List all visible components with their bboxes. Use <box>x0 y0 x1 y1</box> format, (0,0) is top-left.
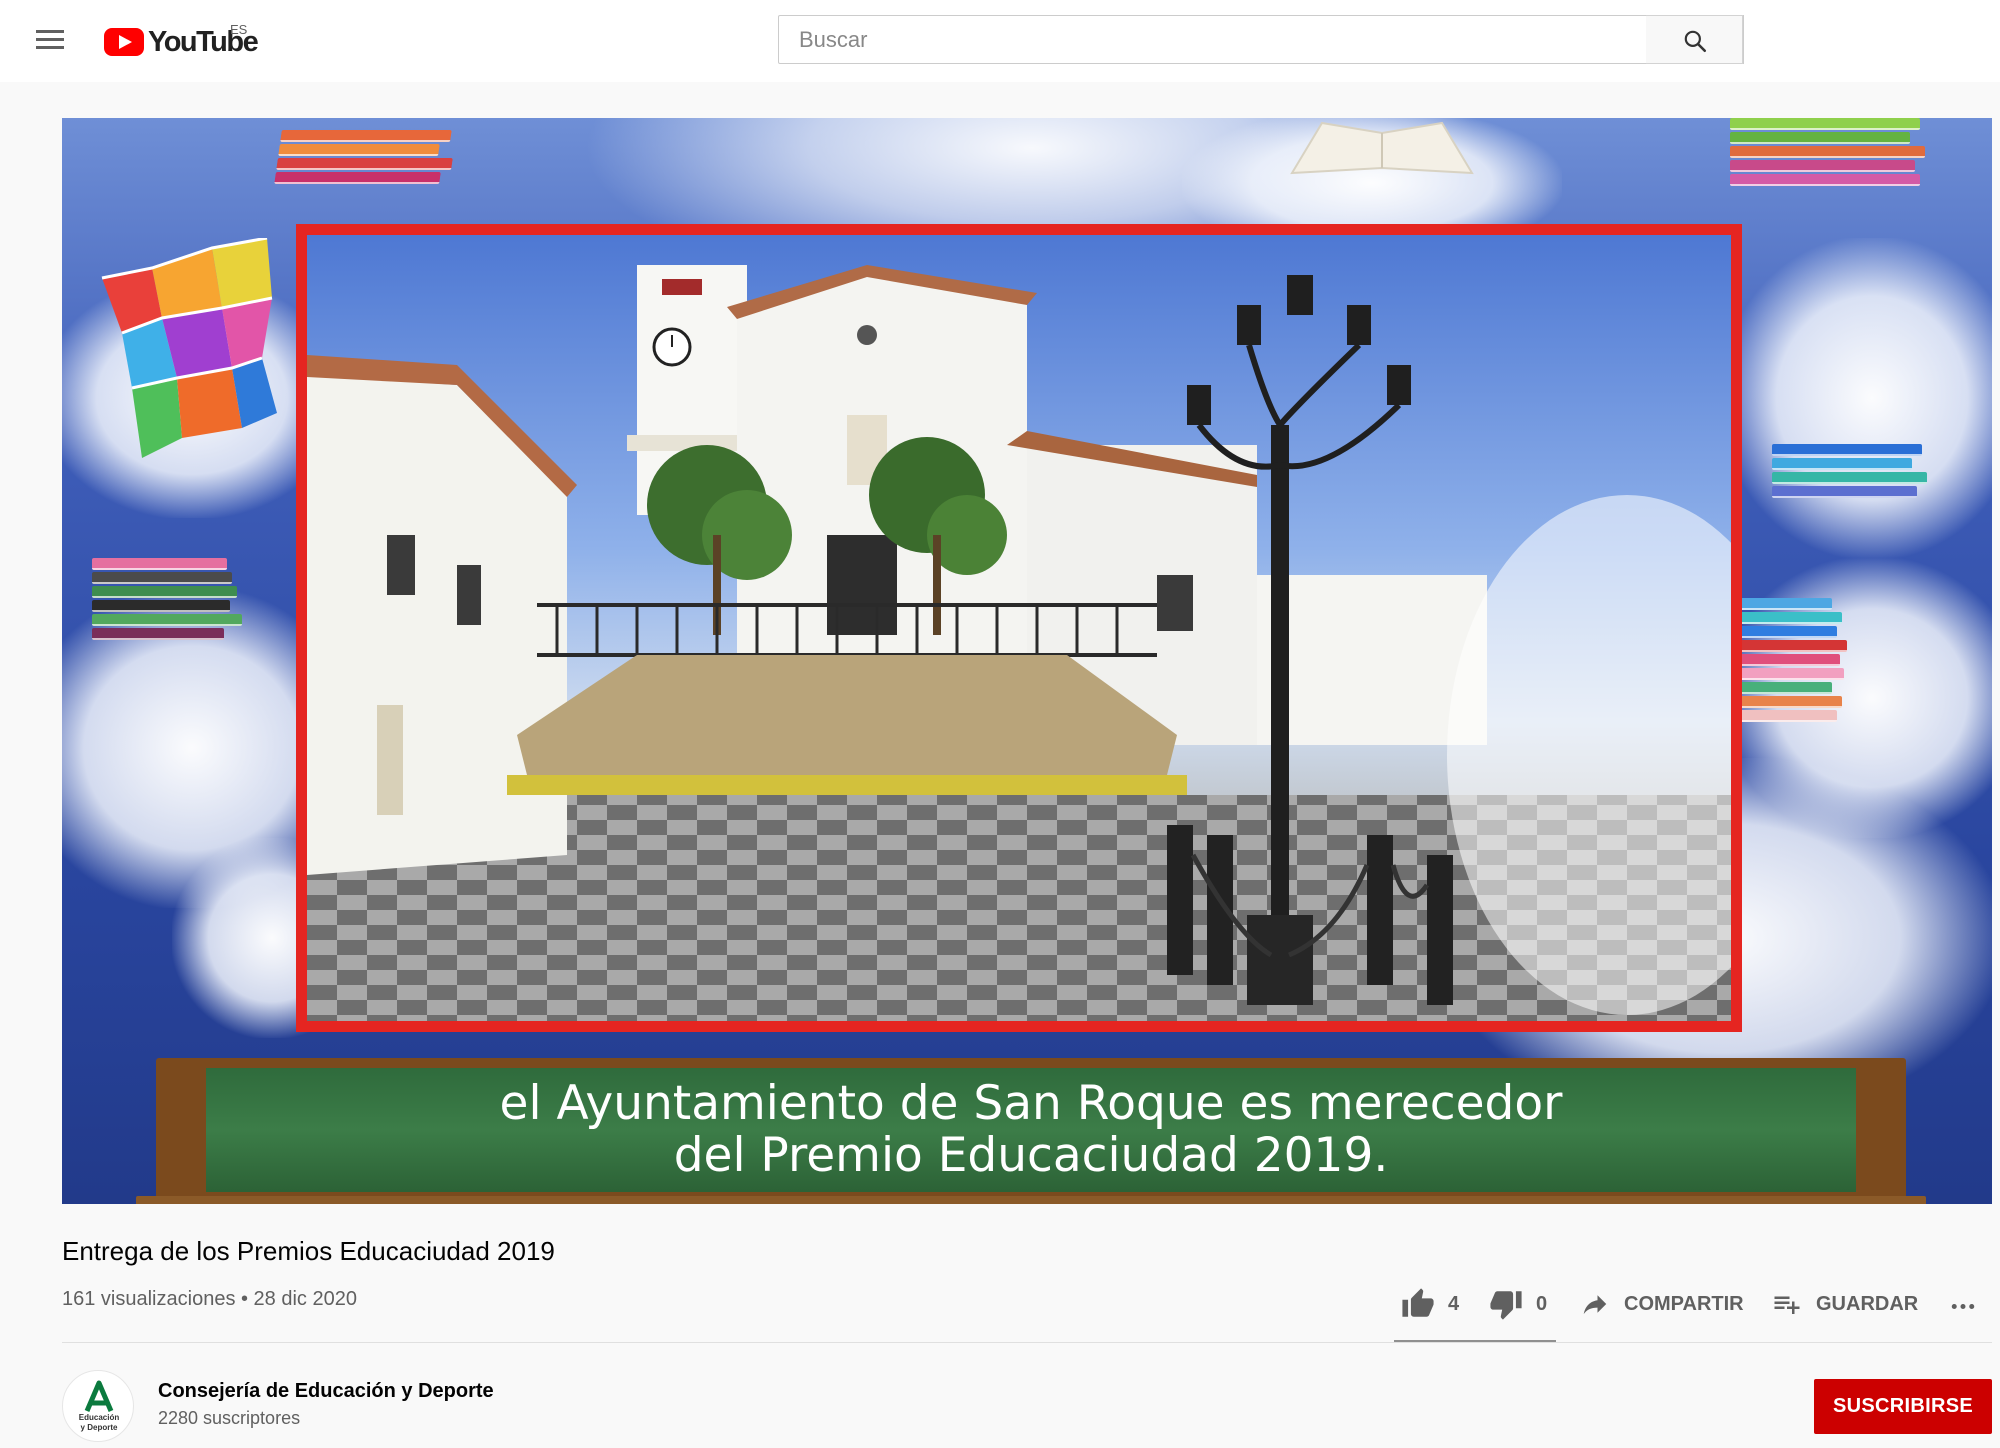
country-code: ES <box>230 22 248 37</box>
open-book-icon <box>1290 121 1474 175</box>
junta-andalucia-logo-icon <box>84 1380 114 1412</box>
masthead: YouTube ES <box>0 0 2000 82</box>
avatar-text-line2: y Deporte <box>80 1423 118 1432</box>
avatar-text-line1: Educación <box>78 1413 120 1422</box>
search-input[interactable] <box>779 16 1743 63</box>
divider <box>62 1342 1992 1343</box>
share-icon <box>1583 1295 1607 1314</box>
channel-name[interactable]: Consejería de Educación y Deporte <box>158 1380 494 1403</box>
save-label: GUARDAR <box>1816 1292 1919 1315</box>
youtube-logo-icon <box>104 28 144 56</box>
video-player[interactable]: el Ayuntamiento de San Roque es merecedo… <box>62 118 1992 1204</box>
caption-line-1: el Ayuntamiento de San Roque es merecedo… <box>499 1076 1563 1131</box>
subscribe-button[interactable]: SUSCRIBIRSE <box>1814 1379 1992 1434</box>
chalk-tray <box>136 1196 1926 1204</box>
save-button[interactable]: GUARDAR <box>1770 1282 1918 1326</box>
more-icon <box>1951 1304 1975 1309</box>
video-meta: 161 visualizaciones • 28 dic 2020 <box>62 1288 357 1310</box>
caption-line-2: del Premio Educaciudad 2019. <box>673 1128 1389 1183</box>
book-stack-right <box>1772 444 1932 498</box>
book-stack-top-left <box>274 130 462 184</box>
cloud <box>1722 238 1992 558</box>
church-plaza-illustration <box>307 265 1731 1021</box>
dislike-button[interactable]: 0 <box>1488 1282 1547 1326</box>
more-actions-button[interactable] <box>1946 1282 1980 1326</box>
video-title: Entrega de los Premios Educaciudad 2019 <box>62 1236 555 1266</box>
framed-photo <box>296 224 1742 1032</box>
like-count: 4 <box>1448 1292 1460 1315</box>
book-stack-top-right <box>1730 118 1930 186</box>
search-icon <box>1684 30 1707 53</box>
search-button[interactable] <box>1646 15 1743 64</box>
thumb-down-icon <box>1490 1291 1522 1320</box>
search-box <box>778 15 1744 64</box>
menu-icon[interactable] <box>34 26 66 54</box>
playlist-add-icon <box>1774 1296 1800 1314</box>
share-button[interactable]: COMPARTIR <box>1578 1282 1744 1326</box>
like-button[interactable]: 4 <box>1400 1282 1459 1326</box>
channel-avatar[interactable]: Educación y Deporte <box>62 1370 134 1442</box>
share-label: COMPARTIR <box>1624 1292 1744 1315</box>
mosaic-emblem-icon <box>101 238 277 458</box>
thumb-up-icon <box>1402 1288 1434 1317</box>
chalkboard-surface: el Ayuntamiento de San Roque es merecedo… <box>206 1068 1856 1192</box>
dislike-count: 0 <box>1536 1292 1548 1315</box>
subscriber-count: 2280 suscriptores <box>158 1408 301 1428</box>
chalkboard: el Ayuntamiento de San Roque es merecedo… <box>136 1058 1926 1204</box>
book-stack-left <box>92 558 242 640</box>
